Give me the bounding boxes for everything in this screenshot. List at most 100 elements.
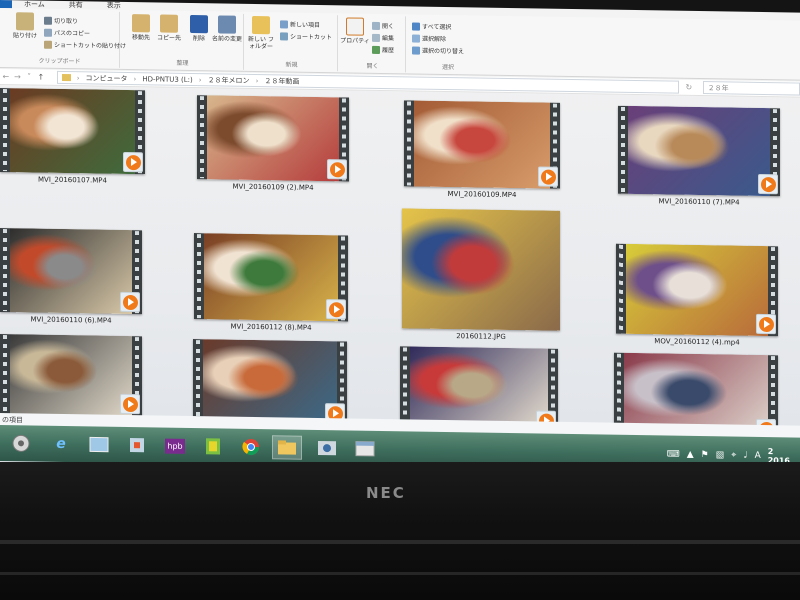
file-grid: MVI_20160107.MP4 MVI_20160109 (2).MP4 MVI_… (0, 88, 800, 442)
play-icon (538, 166, 558, 187)
ie-icon[interactable]: e (46, 432, 76, 456)
breadcrumb-folder[interactable]: ２８年メロン (208, 75, 250, 86)
play-icon (758, 173, 778, 195)
delete-x-icon (190, 14, 208, 34)
new-folder-button[interactable]: 新しい フォルダー (246, 15, 276, 50)
breadcrumb-current[interactable]: ２８年動画 (264, 76, 299, 87)
filmstrip-left (404, 100, 414, 187)
paint-icon[interactable] (122, 433, 152, 457)
filmstrip-left (194, 233, 204, 320)
open-button[interactable]: 開く (372, 21, 394, 30)
flag-icon[interactable]: ⚑ (701, 450, 709, 460)
bezel-edge-lower (0, 572, 800, 575)
notification-icon[interactable]: ▧ (716, 450, 725, 460)
photo-icon[interactable] (312, 436, 342, 460)
scissors-icon (44, 16, 52, 25)
thumbnail-photo (10, 228, 132, 315)
thumbnail-photo (626, 243, 768, 337)
thumbnail-photo (207, 95, 339, 182)
start-icon[interactable] (6, 431, 36, 455)
breadcrumb-drive[interactable]: HD-PNTU3 (L:) (142, 75, 192, 84)
new-item-icon (280, 19, 288, 29)
properties-button[interactable]: プロパティ (340, 17, 370, 45)
file-name: MVI_20160110 (6).MP4 (30, 315, 112, 325)
window-icon[interactable] (350, 436, 380, 460)
invert-selection-icon (412, 45, 420, 55)
cut-button[interactable]: 切り取り (44, 16, 78, 25)
folder-icon[interactable] (272, 435, 302, 460)
video-file-tile[interactable]: MVI_20160110 (7).MP4 (618, 105, 780, 211)
open-icon (372, 21, 380, 30)
thumbnail-photo (402, 208, 560, 331)
video-file-tile[interactable]: MVI_20160109 (2).MP4 (197, 95, 349, 195)
clock-time: 2 (767, 447, 774, 457)
paste-button[interactable]: 貼り付け (10, 12, 40, 40)
video-file-tile[interactable]: MVI_20160107.MP4 (0, 88, 145, 188)
video-file-tile[interactable]: MVI_20160110 (6).MP4 (0, 228, 142, 328)
image-file-tile[interactable]: 20160112.JPG (402, 208, 560, 344)
filmstrip-left (0, 88, 10, 173)
shortcut-icon (280, 31, 288, 41)
copy-path-icon (44, 28, 52, 37)
bezel-edge (0, 540, 800, 544)
volume-icon[interactable]: ♩ (743, 451, 747, 461)
select-none-button[interactable]: 選択解除 (412, 33, 446, 43)
thumbnail (193, 339, 347, 426)
chrome-icon[interactable] (236, 435, 266, 459)
select-all-button[interactable]: すべて選択 (412, 21, 451, 31)
thumbnail (404, 100, 560, 189)
ime-icon[interactable]: A (755, 451, 761, 461)
recent-chevron-icon[interactable]: ˅ (23, 72, 35, 81)
keyboard-icon[interactable]: ⌨ (667, 449, 680, 459)
play-icon (123, 151, 143, 173)
ribbon: 貼り付け 切り取り パスのコピー ショートカットの貼り付け クリップボード 移動… (0, 8, 800, 81)
filmstrip-left (616, 243, 626, 334)
network-icon[interactable]: ⌖ (731, 450, 736, 460)
video-file-tile[interactable]: MVI_20160112 (8).MP4 (194, 233, 348, 335)
new-item-button[interactable]: 新しい項目 (280, 19, 320, 29)
video-file-tile[interactable]: MVI_20160109.MP4 (404, 100, 560, 202)
app-green-icon[interactable] (198, 434, 228, 458)
thumbnail (0, 334, 142, 417)
laptop-bezel: NEC (0, 462, 800, 600)
move-to-button[interactable]: 移動先 (126, 14, 156, 41)
thumbnail-photo (203, 339, 337, 426)
history-button[interactable]: 履歴 (372, 45, 394, 54)
filmstrip-left (197, 95, 207, 180)
edit-button[interactable]: 編集 (372, 33, 394, 42)
paste-shortcut-button[interactable]: ショートカットの貼り付け (44, 40, 126, 50)
file-tab[interactable] (0, 0, 12, 9)
thumbnail (402, 208, 560, 331)
thumbnail (194, 233, 348, 322)
organize-group: 移動先 コピー先 削除 名前の変更 整理 (122, 11, 244, 70)
refresh-icon[interactable]: ↻ (683, 83, 695, 92)
rename-button[interactable]: 名前の変更 (212, 15, 242, 43)
item-count: の項目 (2, 416, 23, 425)
video-file-tile[interactable]: MOV_20160112 (4).mp4 (616, 243, 778, 351)
invert-selection-button[interactable]: 選択の切り替え (412, 45, 464, 55)
play-icon (756, 313, 776, 335)
explorer-app-icon[interactable] (84, 432, 114, 456)
delete-button[interactable]: 削除 (184, 14, 214, 42)
file-name: MVI_20160110 (7).MP4 (658, 197, 740, 207)
open-group: プロパティ 開く 編集 履歴 開く (340, 15, 406, 73)
thumbnail-photo (414, 100, 550, 189)
up-arrow-icon[interactable]: ↑ (35, 73, 47, 82)
thumbnail (197, 95, 349, 182)
forward-arrow-icon[interactable]: → (12, 72, 24, 81)
clipboard-group-label: クリップボード (38, 57, 81, 66)
copy-path-button[interactable]: パスのコピー (44, 28, 90, 37)
back-arrow-icon[interactable]: ← (0, 72, 12, 81)
tray-chevron-icon[interactable]: ▲ (687, 450, 694, 460)
hpb-icon[interactable]: hpb (160, 434, 190, 458)
copy-to-button[interactable]: コピー先 (154, 14, 184, 42)
organize-group-label: 整理 (176, 59, 189, 67)
copy-to-icon (160, 14, 178, 33)
breadcrumb-computer[interactable]: コンピュータ (86, 73, 128, 84)
file-name: MVI_20160109 (2).MP4 (232, 182, 314, 192)
thumbnail-photo (628, 105, 770, 197)
search-input[interactable]: ２８年 (702, 81, 800, 96)
open-group-label: 開く (366, 62, 379, 70)
shortcut-button[interactable]: ショートカット (280, 31, 332, 41)
new-group: 新しい フォルダー 新しい項目 ショートカット 新規 (246, 13, 338, 72)
